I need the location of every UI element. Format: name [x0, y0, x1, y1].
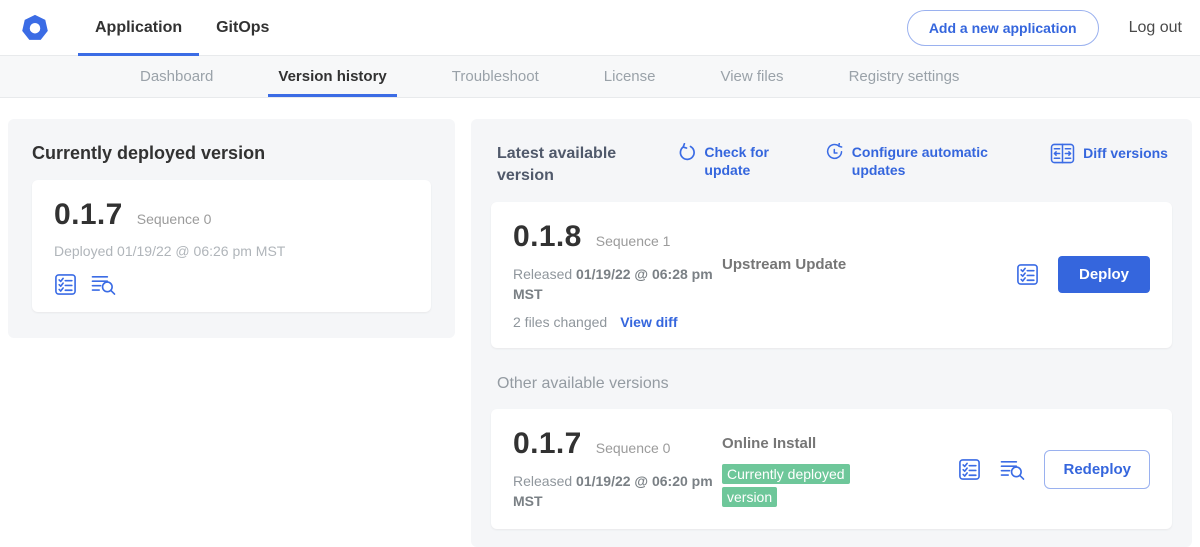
- preflight-checklist-icon[interactable]: [1016, 263, 1039, 286]
- top-nav-right: Add a new application Log out: [907, 10, 1182, 46]
- refresh-icon: [677, 143, 696, 162]
- other-version-card: 0.1.7 Sequence 0 Released 01/19/22 @ 06:…: [491, 409, 1172, 530]
- logout-button[interactable]: Log out: [1129, 19, 1182, 37]
- deployed-version-number: 0.1.7: [54, 198, 123, 232]
- deploy-button[interactable]: Deploy: [1058, 256, 1150, 293]
- deployed-card-actions: [54, 273, 409, 296]
- other-version-info: 0.1.7 Sequence 0 Released 01/19/22 @ 06:…: [513, 427, 718, 512]
- tab-version-history-label: Version history: [278, 68, 386, 85]
- files-changed-label: 2 files changed: [513, 314, 607, 330]
- currently-deployed-title: Currently deployed version: [32, 143, 431, 164]
- latest-card-actions: Deploy: [1016, 256, 1150, 293]
- tab-registry-settings-label: Registry settings: [849, 68, 960, 85]
- latest-version-card: 0.1.8 Sequence 1 Released 01/19/22 @ 06:…: [491, 202, 1172, 348]
- tab-registry-settings[interactable]: Registry settings: [839, 56, 970, 97]
- preflight-checklist-icon[interactable]: [958, 458, 981, 481]
- nav-tab-gitops[interactable]: GitOps: [199, 0, 286, 56]
- tab-dashboard-label: Dashboard: [140, 68, 213, 85]
- other-source-column: Online Install Currently deployed versio…: [722, 427, 894, 512]
- primary-tabs: Application GitOps: [78, 0, 286, 56]
- view-diff-link[interactable]: View diff: [620, 314, 677, 330]
- other-sequence-label: Sequence 0: [596, 440, 671, 456]
- currently-deployed-badge: Currently deployed version: [722, 464, 850, 507]
- deployed-sequence-label: Sequence 0: [137, 211, 212, 227]
- app-sub-nav: Dashboard Version history Troubleshoot L…: [0, 56, 1200, 98]
- nav-tab-application[interactable]: Application: [78, 0, 199, 56]
- nav-tab-gitops-label: GitOps: [216, 19, 269, 37]
- tab-view-files[interactable]: View files: [710, 56, 793, 97]
- tab-version-history[interactable]: Version history: [268, 56, 396, 97]
- configure-updates-label: Configure automatic updates: [852, 143, 1002, 179]
- clock-refresh-icon: [825, 143, 844, 162]
- latest-available-title: Latest available version: [497, 143, 629, 186]
- latest-source-column: Upstream Update: [722, 220, 894, 330]
- other-card-actions: Redeploy: [958, 450, 1150, 489]
- other-versions-title: Other available versions: [491, 375, 1172, 393]
- other-version-row: 0.1.7 Sequence 0: [513, 427, 718, 461]
- latest-version-info: 0.1.8 Sequence 1 Released 01/19/22 @ 06:…: [513, 220, 718, 330]
- top-nav: Application GitOps Add a new application…: [0, 0, 1200, 56]
- preflight-checklist-icon[interactable]: [54, 273, 77, 296]
- view-logs-icon[interactable]: [91, 273, 116, 296]
- other-release-source: Online Install: [722, 435, 894, 452]
- badge-wrap: Currently deployed version: [722, 463, 872, 509]
- check-for-update-action[interactable]: Check for update: [677, 143, 776, 179]
- configure-updates-action[interactable]: Configure automatic updates: [825, 143, 1002, 179]
- tab-troubleshoot[interactable]: Troubleshoot: [442, 56, 549, 97]
- redeploy-button[interactable]: Redeploy: [1044, 450, 1150, 489]
- currently-deployed-panel: Currently deployed version 0.1.7 Sequenc…: [8, 119, 455, 338]
- deployed-version-card: 0.1.7 Sequence 0 Deployed 01/19/22 @ 06:…: [32, 180, 431, 312]
- other-version-number: 0.1.7: [513, 427, 582, 461]
- diff-versions-label: Diff versions: [1083, 144, 1168, 162]
- tab-license-label: License: [604, 68, 656, 85]
- deployed-version-row: 0.1.7 Sequence 0: [54, 198, 409, 232]
- kots-logo-icon[interactable]: [20, 13, 50, 43]
- tab-troubleshoot-label: Troubleshoot: [452, 68, 539, 85]
- other-released-date: Released 01/19/22 @ 06:20 pm MST: [513, 471, 718, 512]
- main-content: Currently deployed version 0.1.7 Sequenc…: [0, 98, 1200, 547]
- deployed-date: Deployed 01/19/22 @ 06:26 pm MST: [54, 243, 409, 259]
- latest-released-date: Released 01/19/22 @ 06:28 pm MST: [513, 264, 718, 305]
- released-prefix: Released: [513, 473, 572, 489]
- diff-columns-icon: [1050, 143, 1075, 164]
- nav-tab-application-label: Application: [95, 19, 182, 37]
- diff-versions-action[interactable]: Diff versions: [1050, 143, 1168, 164]
- files-changed-row: 2 files changed View diff: [513, 314, 718, 330]
- available-header: Latest available version Check for updat…: [491, 139, 1172, 186]
- view-logs-icon[interactable]: [1000, 458, 1025, 481]
- latest-version-row: 0.1.8 Sequence 1: [513, 220, 718, 254]
- tab-license[interactable]: License: [594, 56, 666, 97]
- released-prefix: Released: [513, 266, 572, 282]
- check-for-update-label: Check for update: [704, 143, 776, 179]
- available-versions-panel: Latest available version Check for updat…: [471, 119, 1192, 547]
- latest-sequence-label: Sequence 1: [596, 233, 671, 249]
- add-application-button[interactable]: Add a new application: [907, 10, 1099, 46]
- latest-version-number: 0.1.8: [513, 220, 582, 254]
- latest-release-source: Upstream Update: [722, 256, 894, 273]
- tab-view-files-label: View files: [720, 68, 783, 85]
- tab-dashboard[interactable]: Dashboard: [130, 56, 223, 97]
